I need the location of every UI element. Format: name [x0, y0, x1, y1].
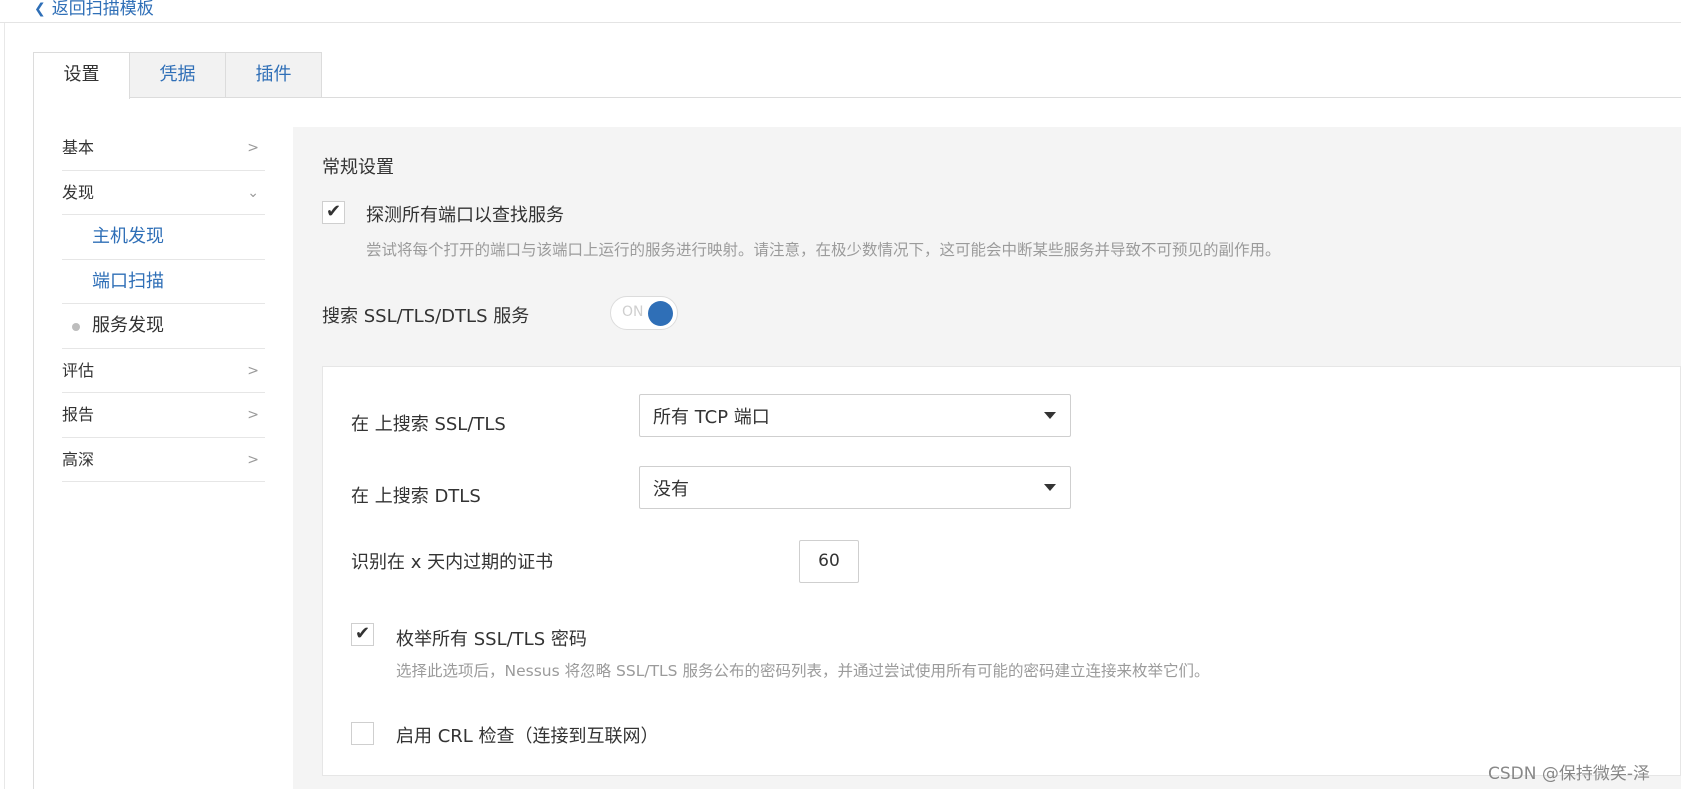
sidebar-item-report[interactable]: 报告 >: [62, 393, 265, 438]
sidebar-item-basic[interactable]: 基本 >: [62, 126, 265, 171]
select-value: 没有: [653, 479, 689, 500]
sidebar-item-label: 高深: [62, 449, 95, 469]
tab-baseline: [33, 97, 1681, 98]
sidebar-item-label: 服务发现: [92, 315, 164, 336]
cert-expiry-label: 识别在 x 天内过期的证书: [351, 552, 554, 573]
chevron-left-icon: ❮: [34, 1, 46, 17]
sidebar-item-service-discovery[interactable]: 服务发现: [62, 304, 265, 349]
sidebar-item-port-scanning[interactable]: 端口扫描: [62, 260, 265, 304]
ssl-search-label: 搜索 SSL/TLS/DTLS 服务: [322, 306, 530, 327]
tab-settings[interactable]: 设置: [33, 52, 130, 99]
probe-all-ports-label: 探测所有端口以查找服务: [366, 205, 564, 226]
chevron-down-icon: ⌄: [247, 184, 259, 201]
chevron-right-icon: >: [247, 140, 259, 156]
checkmark-icon: ✔: [326, 201, 342, 222]
caret-down-icon: [1044, 412, 1056, 419]
sidebar-item-label: 基本: [62, 138, 95, 157]
page-left-rule: [4, 23, 5, 789]
select-value: 所有 TCP 端口: [653, 407, 770, 428]
dtls-ports-select[interactable]: 没有: [639, 466, 1071, 509]
back-link-label: 返回扫描模板: [51, 0, 154, 19]
checkmark-icon: ✔: [355, 623, 371, 644]
enum-ciphers-checkbox[interactable]: ✔: [351, 623, 374, 646]
section-title: 常规设置: [322, 157, 394, 178]
ssl-tls-search-label: 在 上搜索 SSL/TLS: [351, 414, 506, 435]
sidebar-item-label: 报告: [62, 405, 95, 424]
tab-plugins[interactable]: 插件: [225, 52, 322, 98]
watermark: CSDN @保持微笑-泽: [1488, 764, 1651, 784]
settings-sidebar: 基本 > 发现 ⌄ 主机发现 端口扫描 服务发现 评估 > 报告 > 高深 >: [62, 126, 265, 482]
active-dot-icon: [72, 323, 80, 331]
sidebar-item-label: 评估: [62, 360, 95, 380]
caret-down-icon: [1044, 484, 1056, 491]
cert-expiry-days-input[interactable]: 60: [799, 540, 859, 583]
enum-ciphers-description: 选择此选项后，Nessus 将忽略 SSL/TLS 服务公布的密码列表，并通过尝…: [396, 662, 1210, 680]
sidebar-item-host-discovery[interactable]: 主机发现: [62, 215, 265, 260]
chevron-right-icon: >: [247, 451, 259, 468]
sidebar-item-discovery[interactable]: 发现 ⌄: [62, 171, 265, 215]
content-left-border: [33, 97, 34, 789]
ssl-search-toggle[interactable]: ON: [610, 296, 678, 330]
probe-all-ports-description: 尝试将每个打开的端口与该端口上运行的服务进行映射。请注意，在极少数情况下，这可能…: [366, 241, 1281, 259]
sidebar-item-label: 端口扫描: [92, 270, 164, 292]
chevron-right-icon: >: [247, 362, 259, 379]
crl-check-label: 启用 CRL 检查（连接到互联网）: [396, 726, 659, 747]
sidebar-item-advanced[interactable]: 高深 >: [62, 438, 265, 482]
sidebar-item-assessment[interactable]: 评估 >: [62, 349, 265, 393]
ssl-tls-ports-select[interactable]: 所有 TCP 端口: [639, 394, 1071, 437]
back-to-templates-link[interactable]: ❮ 返回扫描模板: [34, 0, 154, 19]
top-bar: ❮ 返回扫描模板: [0, 0, 1681, 23]
sidebar-item-label: 主机发现: [92, 226, 164, 247]
chevron-right-icon: >: [247, 407, 259, 423]
enum-ciphers-label: 枚举所有 SSL/TLS 密码: [396, 629, 587, 650]
probe-all-ports-checkbox[interactable]: ✔: [322, 201, 345, 224]
sidebar-item-label: 发现: [62, 182, 95, 202]
dtls-search-label: 在 上搜索 DTLS: [351, 486, 481, 507]
toggle-on-text: ON: [622, 304, 644, 320]
crl-check-checkbox[interactable]: [351, 722, 374, 745]
toggle-knob: [648, 301, 673, 326]
tab-credentials[interactable]: 凭据: [129, 52, 226, 98]
